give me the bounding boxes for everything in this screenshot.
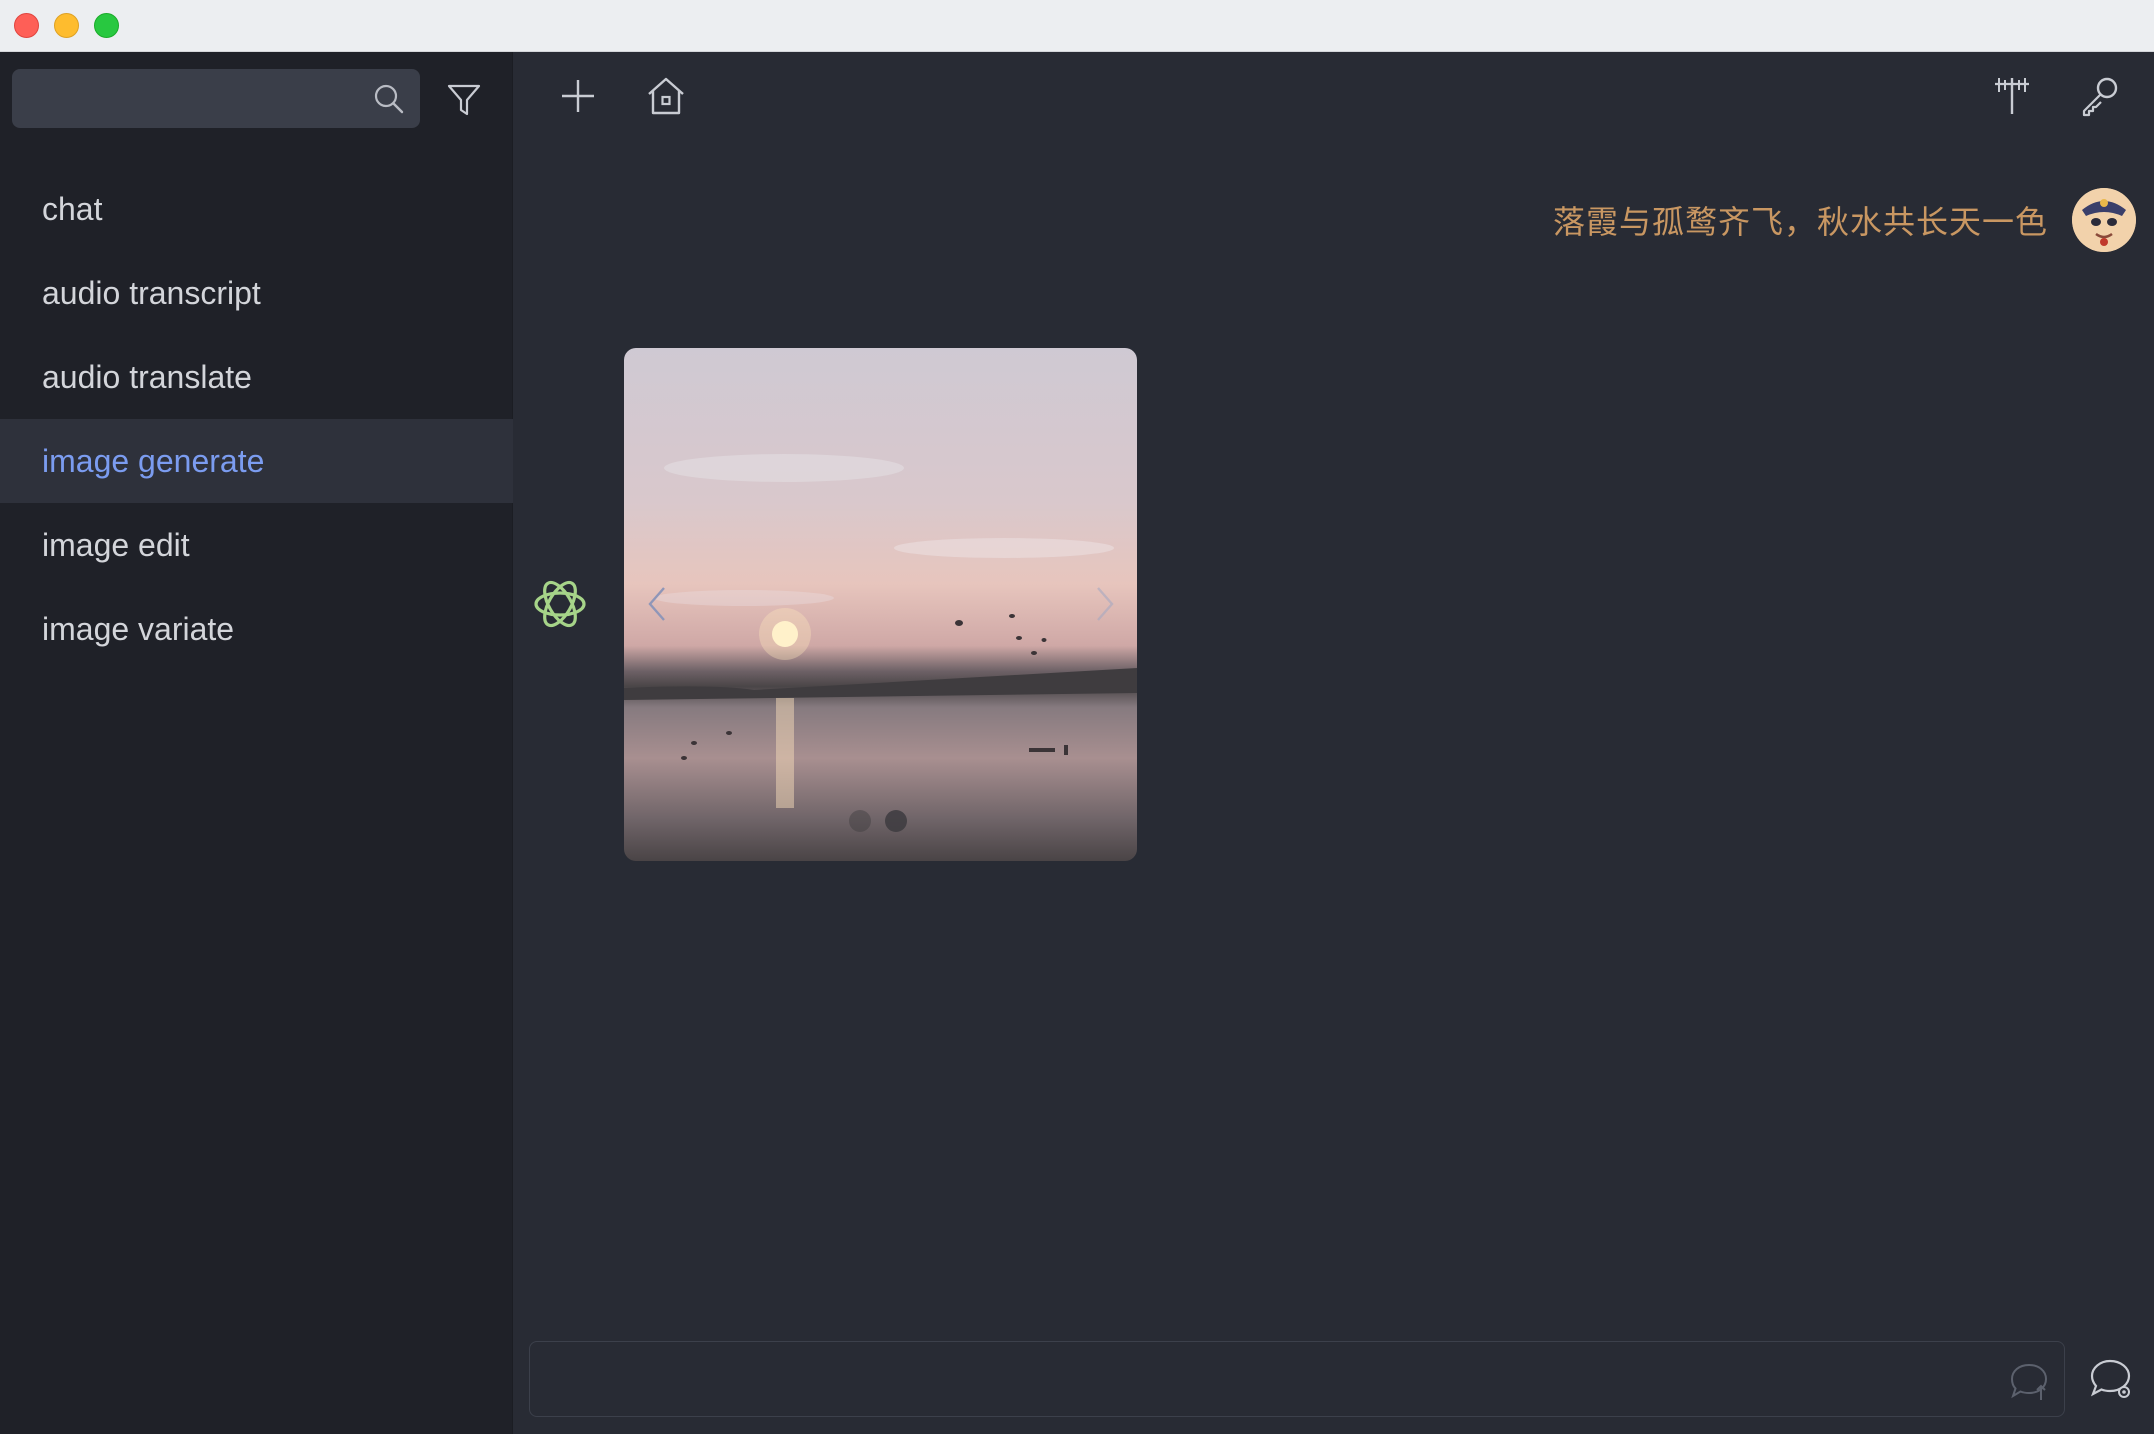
key-icon[interactable]	[2078, 74, 2122, 118]
sidebar-item-chat[interactable]: chat	[0, 167, 513, 251]
openai-logo-icon	[534, 580, 586, 628]
message-composer	[529, 1341, 2065, 1418]
plus-icon[interactable]	[556, 74, 600, 118]
sidebar-item-image-variate[interactable]: image variate	[0, 587, 513, 671]
sidebar-item-audio-transcript[interactable]: audio transcript	[0, 251, 513, 335]
user-avatar-icon	[2072, 188, 2136, 252]
generated-image-carousel[interactable]	[624, 348, 1137, 861]
close-window-button[interactable]	[14, 13, 39, 38]
sidebar-nav: chat audio transcript audio translate im…	[0, 167, 513, 671]
sidebar-item-audio-translate[interactable]: audio translate	[0, 335, 513, 419]
home-icon[interactable]	[644, 74, 688, 118]
search-box	[12, 69, 420, 128]
app-window: chat audio transcript audio translate im…	[0, 0, 2154, 1434]
sidebar-item-image-edit[interactable]: image edit	[0, 503, 513, 587]
sidebar: chat audio transcript audio translate im…	[0, 52, 513, 1434]
maximize-window-button[interactable]	[94, 13, 119, 38]
chat-settings-icon[interactable]	[2088, 1356, 2134, 1402]
carousel-prev-icon[interactable]	[642, 582, 672, 626]
carousel-dot-2[interactable]	[885, 810, 907, 832]
message-input[interactable]	[550, 1342, 1970, 1418]
carousel-dot-1[interactable]	[849, 810, 871, 832]
user-avatar	[2072, 188, 2136, 252]
sidebar-item-image-generate[interactable]: image generate	[0, 419, 513, 503]
title-bar	[0, 0, 2154, 52]
user-message: 落霞与孤鹜齐飞，秋水共长天一色	[1552, 204, 2048, 240]
minimize-window-button[interactable]	[54, 13, 79, 38]
main-panel: 落霞与孤鹜齐飞，秋水共长天一色	[514, 52, 2154, 1434]
search-icon[interactable]	[372, 82, 406, 116]
search-input[interactable]	[28, 69, 358, 128]
generated-image	[624, 454, 1137, 808]
send-message-icon[interactable]	[2008, 1360, 2050, 1402]
carousel-next-icon[interactable]	[1090, 582, 1120, 626]
antenna-icon[interactable]	[1990, 74, 2034, 118]
filter-icon[interactable]	[446, 82, 482, 118]
